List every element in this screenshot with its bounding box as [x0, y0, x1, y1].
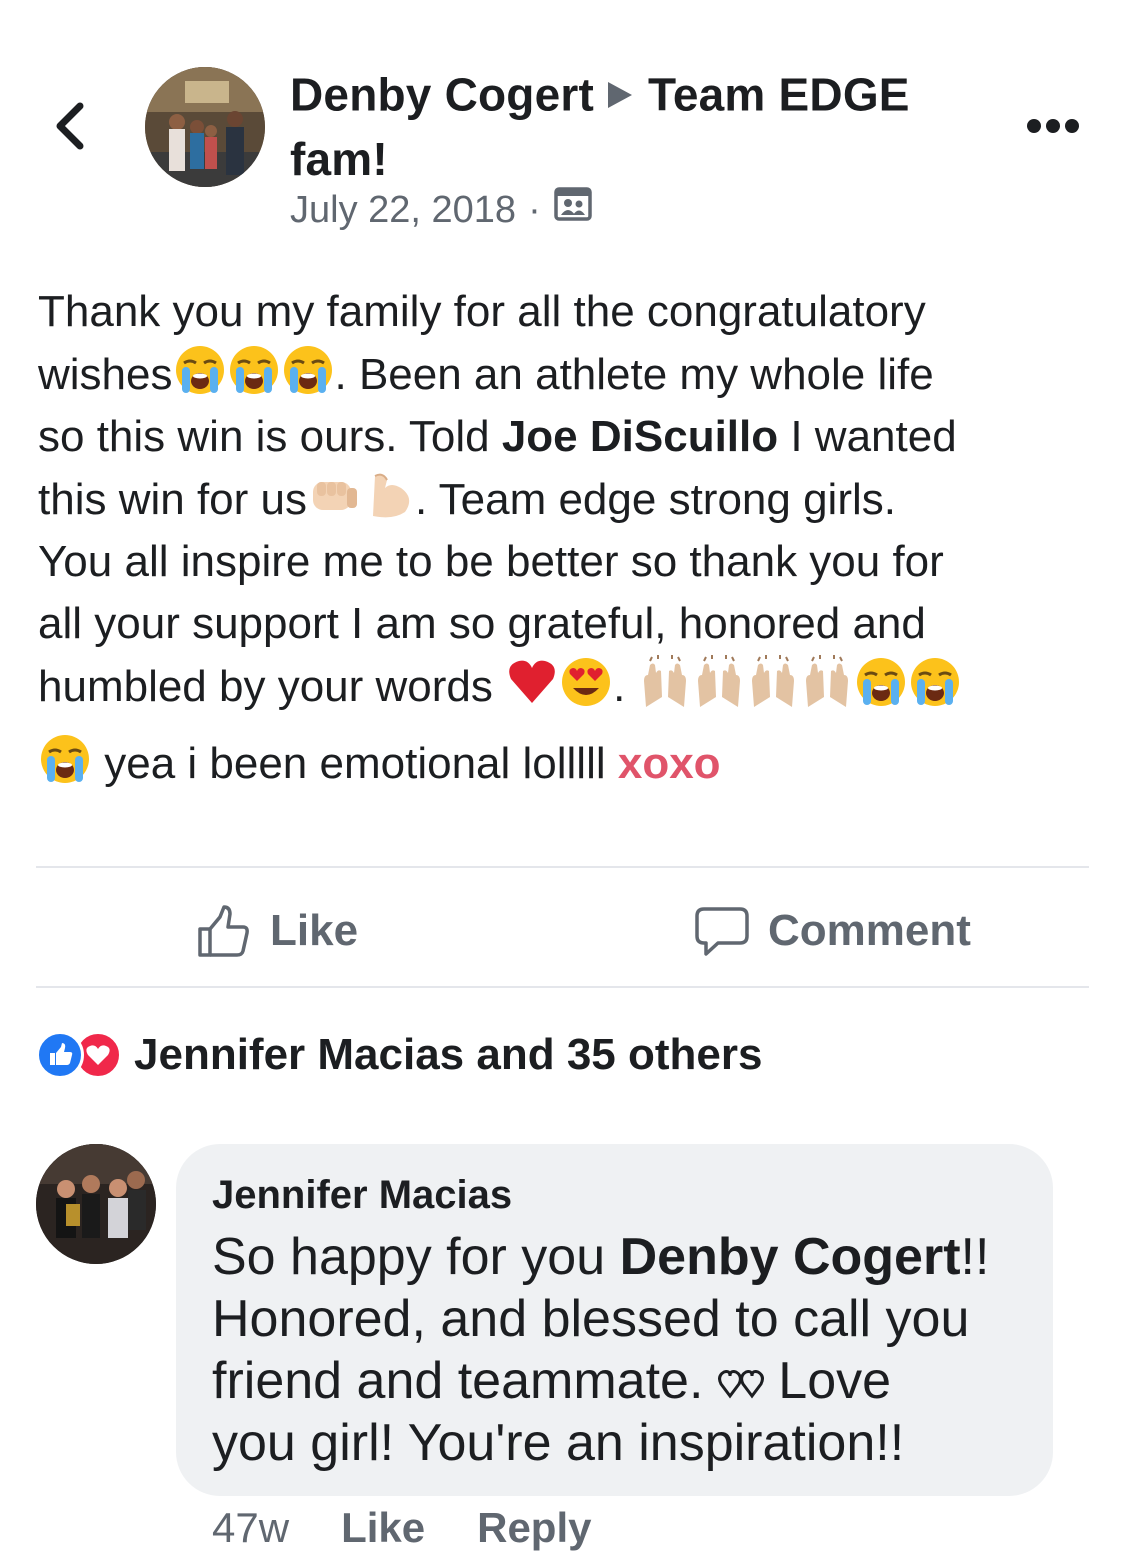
comment-line: friend and teammate. Love	[212, 1350, 1017, 1412]
raising-hands-emoji-icon	[800, 655, 854, 709]
comment-like-button[interactable]: Like	[341, 1500, 425, 1556]
post-header-title: Denby Cogert Team EDGE fam!	[290, 66, 990, 188]
fist-bump-emoji-icon	[307, 468, 361, 522]
raising-hands-emoji-icon	[746, 655, 800, 709]
flexed-biceps-emoji-icon	[361, 468, 415, 522]
comment-reply-button[interactable]: Reply	[477, 1500, 591, 1556]
divider	[36, 866, 1089, 868]
post-text-fragment: this win for us	[38, 475, 307, 524]
author-name-link[interactable]: Denby Cogert	[290, 69, 594, 121]
author-avatar[interactable]	[145, 67, 265, 187]
post-line: You all inspire me to be better so thank…	[38, 537, 944, 586]
comment-text-fragment: So happy for you	[212, 1228, 620, 1286]
comment-text-fragment: !!	[960, 1228, 990, 1286]
post-meta: July 22, 2018 ·	[290, 184, 593, 236]
loudly-crying-face-emoji-icon	[908, 655, 962, 709]
post-line: yea i been emotional lolllll xoxo	[38, 732, 1103, 795]
post-line: Thank you my family for all the congratu…	[38, 287, 926, 336]
divider	[36, 986, 1089, 988]
raising-hands-emoji-icon	[692, 655, 746, 709]
post-date[interactable]: July 22, 2018	[290, 186, 516, 234]
comment-bubble: Jennifer Macias So happy for you Denby C…	[176, 1144, 1053, 1496]
more-options-button[interactable]	[1025, 115, 1081, 137]
meta-separator: ·	[528, 189, 541, 231]
post-line: so this win is ours. Told Joe DiScuillo …	[38, 406, 1103, 468]
mention-link[interactable]: Joe DiScuillo	[502, 412, 778, 461]
thumbs-up-icon	[198, 905, 249, 957]
reactions-text: Jennifer Macias and 35 others	[134, 1030, 763, 1079]
back-button[interactable]	[48, 96, 98, 156]
comment-mention-link[interactable]: Denby Cogert	[620, 1228, 961, 1286]
comment-time[interactable]: 47w	[212, 1500, 289, 1556]
post-line: this win for us . Team edge strong girls.	[38, 468, 1103, 531]
comment-text: So happy for you Denby Cogert!! Honored,…	[212, 1226, 1017, 1474]
like-label: Like	[270, 906, 359, 955]
like-reaction-icon	[36, 1031, 84, 1079]
loudly-crying-face-emoji-icon	[38, 732, 92, 786]
post-line: humbled by your words .	[38, 655, 1103, 718]
comment-text-fragment: Love	[763, 1352, 892, 1410]
red-heart-emoji-icon	[505, 655, 559, 709]
comment-line: So happy for you Denby Cogert!!	[212, 1226, 1017, 1288]
post-text-fragment: so this win is ours. Told	[38, 412, 502, 461]
commenter-avatar[interactable]	[36, 1144, 156, 1264]
comment-meta: 47w Like Reply	[212, 1500, 643, 1556]
more-dots-icon	[1027, 119, 1079, 133]
loudly-crying-face-emoji-icon	[227, 343, 281, 397]
post-text-fragment: . Been an athlete my whole life	[334, 350, 934, 399]
comment-label: Comment	[768, 906, 971, 955]
comment-author-link[interactable]: Jennifer Macias	[212, 1170, 1017, 1220]
loudly-crying-face-emoji-icon	[281, 343, 335, 397]
reactions-summary[interactable]: Jennifer Macias and 35 others	[36, 1028, 762, 1082]
post-text: Thank you my family for all the congratu…	[38, 281, 1103, 795]
heart-eyes-face-emoji-icon	[559, 655, 613, 709]
comment-line: Honored, and blessed to call you	[212, 1290, 970, 1348]
post-line: wishes . Been an athlete my whole life	[38, 343, 1103, 406]
comment-line: you girl! You're an inspiration!!	[212, 1414, 905, 1472]
speech-bubble-icon	[695, 907, 749, 956]
triangle-right-icon	[606, 66, 634, 123]
like-button[interactable]: Like	[196, 898, 358, 964]
group-audience-icon	[553, 184, 593, 236]
post-text-fragment: .	[613, 662, 638, 711]
post-text-fragment: I wanted	[778, 412, 957, 461]
comment-text-fragment: friend and teammate.	[212, 1352, 718, 1410]
loudly-crying-face-emoji-icon	[173, 343, 227, 397]
post-text-fragment: wishes	[38, 350, 173, 399]
chevron-left-icon	[56, 102, 84, 150]
post-text-fragment: yea i been emotional lolllll	[92, 739, 618, 788]
loudly-crying-face-emoji-icon	[854, 655, 908, 709]
post-text-fragment: . Team edge strong girls.	[414, 475, 896, 524]
xoxo-text: xoxo	[617, 739, 721, 788]
post-text-fragment: humbled by your words	[38, 662, 506, 711]
post-line: all your support I am so grateful, honor…	[38, 599, 926, 648]
comment-button[interactable]: Comment	[694, 898, 971, 964]
raising-hands-emoji-icon	[638, 655, 692, 709]
white-heart-emoji-icon	[717, 1354, 764, 1399]
